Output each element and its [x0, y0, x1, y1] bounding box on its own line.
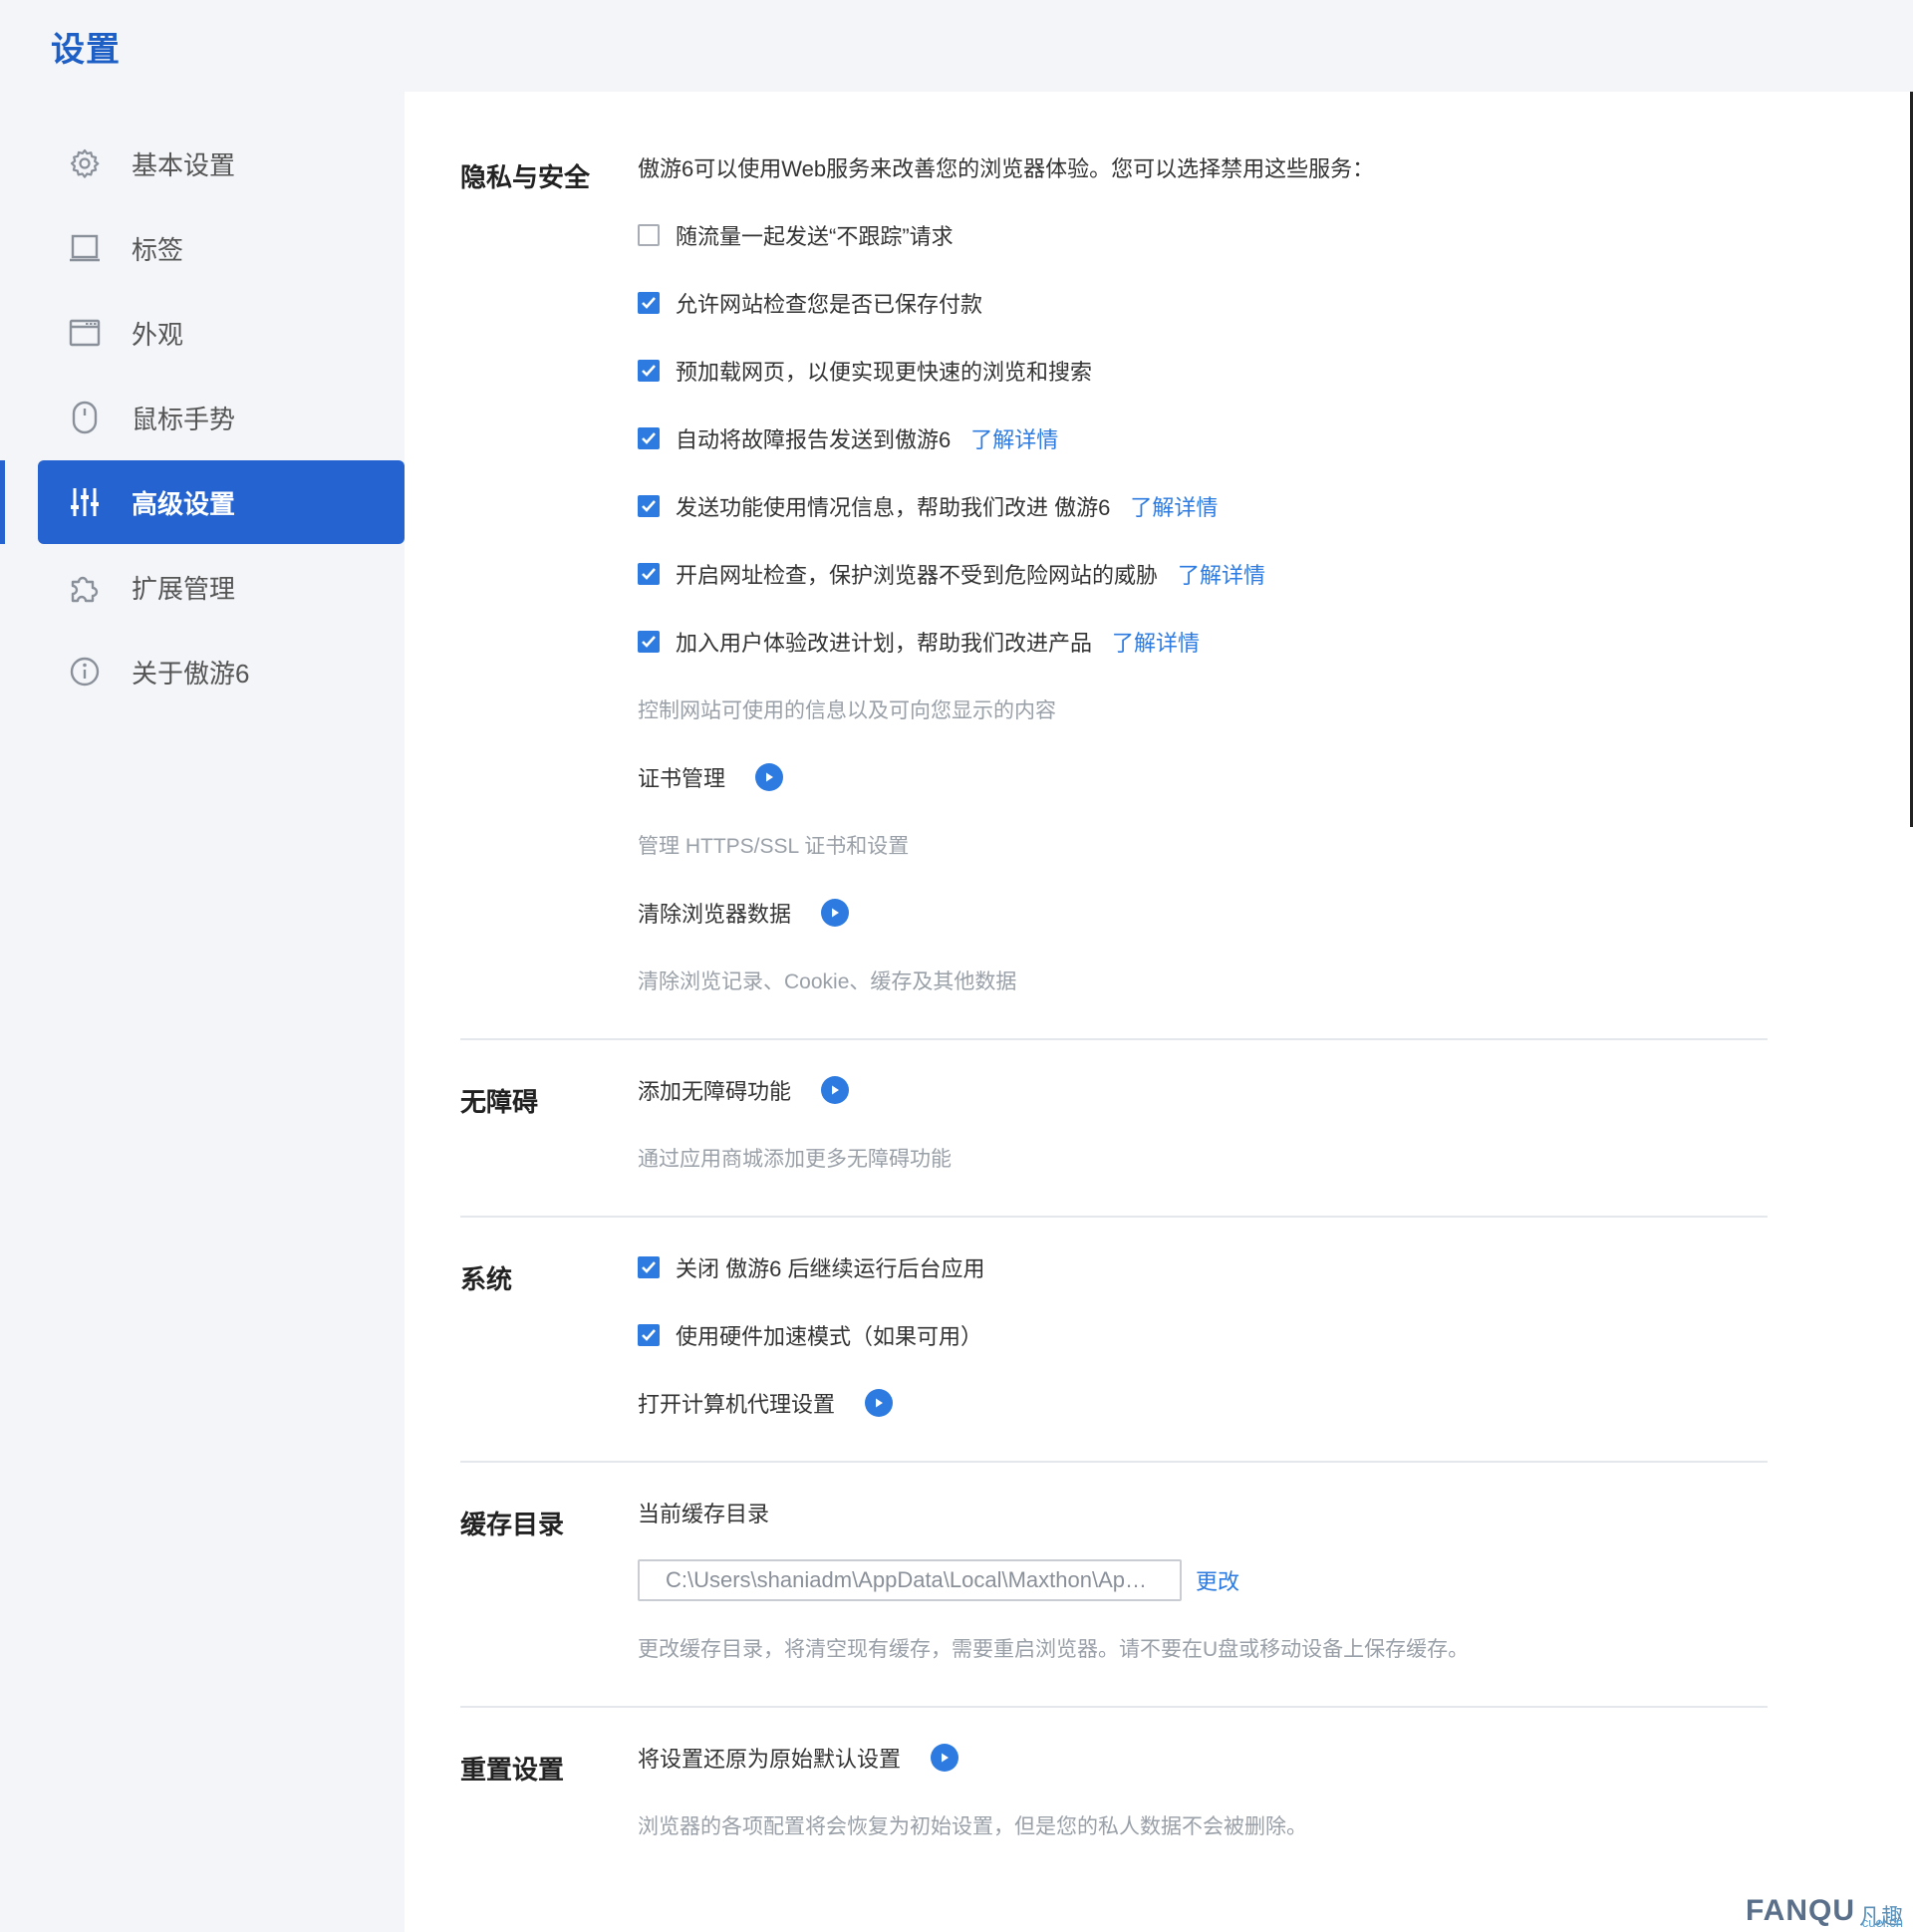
proxy-settings-arrow-button[interactable]: [865, 1389, 894, 1417]
sidebar-item-mouse-gestures[interactable]: 鼠标手势: [38, 376, 405, 459]
current-cache-label: 当前缓存目录: [638, 1502, 770, 1526]
check-icon: [642, 432, 656, 444]
reset-arrow-button[interactable]: [931, 1744, 959, 1772]
privacy-section: 隐私与安全 傲游6可以使用Web服务来改善您的浏览器体验。您可以选择禁用这些服务…: [460, 92, 1768, 1040]
hardware-accel-checkbox[interactable]: [638, 1324, 660, 1346]
check-icon: [642, 1329, 656, 1341]
proxy-settings-row[interactable]: 打开计算机代理设置: [638, 1383, 894, 1423]
preload-checkbox[interactable]: [638, 360, 660, 382]
play-arrow-icon: [832, 908, 840, 918]
active-indicator: [0, 460, 5, 544]
sidebar-item-label: 关于傲游6: [132, 658, 250, 689]
option-hardware-accel[interactable]: 使用硬件加速模式（如果可用）: [638, 1315, 982, 1355]
sidebar-item-basic[interactable]: 基本设置: [38, 122, 405, 205]
cache-path-row: C:\Users\shaniadm\AppData\Local\Maxthon\…: [638, 1558, 1239, 1602]
change-cache-link[interactable]: 更改: [1196, 1564, 1239, 1596]
reset-section-title: 重置设置: [460, 1755, 565, 1785]
window-icon: [66, 314, 104, 352]
learn-more-link[interactable]: 了解详情: [1178, 558, 1265, 590]
option-usage-stats[interactable]: 发送功能使用情况信息，帮助我们改进 傲游6 了解详情: [638, 486, 1218, 526]
sidebar-item-extensions[interactable]: 扩展管理: [38, 545, 405, 629]
sidebar-item-tabs[interactable]: 标签: [38, 206, 405, 290]
option-crash-report[interactable]: 自动将故障报告发送到傲游6 了解详情: [638, 418, 1058, 458]
background-apps-checkbox[interactable]: [638, 1256, 660, 1278]
info-icon: [66, 653, 104, 690]
option-background-apps[interactable]: 关闭 傲游6 后继续运行后台应用: [638, 1247, 984, 1287]
sidebar-item-label: 标签: [132, 234, 184, 265]
payment-check-checkbox[interactable]: [638, 292, 660, 314]
system-section-title: 系统: [460, 1264, 513, 1294]
ux-program-checkbox[interactable]: [638, 631, 660, 653]
clear-data-row[interactable]: 清除浏览器数据: [638, 893, 850, 933]
site-info-note: 控制网站可使用的信息以及可向您显示的内容: [638, 699, 1056, 722]
check-icon: [642, 1261, 656, 1273]
check-icon: [642, 365, 656, 377]
reset-desc: 浏览器的各项配置将会恢复为初始设置，但是您的私人数据不会被删除。: [638, 1815, 1307, 1838]
check-icon: [642, 636, 656, 648]
check-icon: [642, 568, 656, 580]
add-accessibility-row[interactable]: 添加无障碍功能: [638, 1070, 850, 1110]
learn-more-link[interactable]: 了解详情: [1112, 626, 1200, 658]
cache-section: 缓存目录 当前缓存目录 C:\Users\shaniadm\AppData\Lo…: [460, 1463, 1768, 1708]
option-do-not-track[interactable]: 随流量一起发送“不跟踪”请求: [638, 215, 954, 255]
option-preload[interactable]: 预加载网页，以便实现更快速的浏览和搜索: [638, 351, 1092, 391]
clear-data-arrow-button[interactable]: [821, 899, 850, 927]
reset-settings-row[interactable]: 将设置还原为原始默认设置: [638, 1738, 959, 1778]
certificate-arrow-button[interactable]: [755, 763, 784, 791]
certificate-desc: 管理 HTTPS/SSL 证书和设置: [638, 835, 910, 858]
certificate-management-row[interactable]: 证书管理: [638, 757, 784, 797]
sidebar-item-label: 高级设置: [132, 488, 236, 519]
reset-section: 重置设置 将设置还原为原始默认设置 浏览器的各项配置将会恢复为初始设置，但是您的…: [460, 1708, 1768, 1907]
url-check-checkbox[interactable]: [638, 563, 660, 585]
clear-data-desc: 清除浏览记录、Cookie、缓存及其他数据: [638, 970, 1017, 993]
system-section: 系统 关闭 傲游6 后继续运行后台应用 使用硬件加速模式（如果可用） 打开计算机…: [460, 1218, 1768, 1463]
mouse-icon: [66, 399, 104, 436]
gear-icon: [66, 144, 104, 182]
sidebar-item-label: 基本设置: [132, 149, 236, 180]
cache-path-input[interactable]: C:\Users\shaniadm\AppData\Local\Maxthon\…: [638, 1559, 1182, 1601]
watermark-logo: FANQU 凡趣 cuel.cn: [1745, 1894, 1903, 1930]
usage-stats-checkbox[interactable]: [638, 495, 660, 517]
page-title: 设置: [51, 31, 121, 69]
play-arrow-icon: [766, 772, 774, 782]
sliders-icon: [66, 483, 104, 521]
check-icon: [642, 500, 656, 512]
tab-icon: [66, 229, 104, 267]
cache-desc: 更改缓存目录，将清空现有缓存，需要重启浏览器。请不要在U盘或移动设备上保存缓存。: [638, 1638, 1470, 1661]
settings-content: 隐私与安全 傲游6可以使用Web服务来改善您的浏览器体验。您可以选择禁用这些服务…: [405, 92, 1913, 1932]
check-icon: [642, 297, 656, 309]
learn-more-link[interactable]: 了解详情: [1130, 490, 1218, 522]
add-accessibility-arrow-button[interactable]: [821, 1076, 850, 1104]
accessibility-section: 无障碍 添加无障碍功能 通过应用商城添加更多无障碍功能: [460, 1040, 1768, 1218]
add-accessibility-desc: 通过应用商城添加更多无障碍功能: [638, 1148, 952, 1171]
do-not-track-checkbox[interactable]: [638, 224, 660, 246]
option-payment-check[interactable]: 允许网站检查您是否已保存付款: [638, 283, 982, 323]
privacy-section-title: 隐私与安全: [460, 162, 591, 192]
play-arrow-icon: [942, 1753, 950, 1763]
cache-section-title: 缓存目录: [460, 1510, 565, 1539]
option-url-check[interactable]: 开启网址检查，保护浏览器不受到危险网站的威胁 了解详情: [638, 554, 1265, 594]
sidebar-item-label: 外观: [132, 319, 184, 350]
sidebar: 基本设置 标签 外观 鼠标手势 高级设置 扩展管理 关于傲游6: [0, 92, 405, 1932]
sidebar-item-about[interactable]: 关于傲游6: [38, 630, 405, 713]
play-arrow-icon: [876, 1398, 884, 1408]
option-ux-program[interactable]: 加入用户体验改进计划，帮助我们改进产品 了解详情: [638, 622, 1200, 662]
privacy-intro: 傲游6可以使用Web服务来改善您的浏览器体验。您可以选择禁用这些服务：: [638, 156, 1375, 181]
play-arrow-icon: [832, 1085, 840, 1095]
sidebar-item-label: 鼠标手势: [132, 404, 236, 434]
sidebar-item-appearance[interactable]: 外观: [38, 291, 405, 375]
crash-report-checkbox[interactable]: [638, 427, 660, 449]
accessibility-section-title: 无障碍: [460, 1087, 539, 1117]
learn-more-link[interactable]: 了解详情: [970, 422, 1058, 454]
puzzle-icon: [66, 568, 104, 606]
sidebar-item-advanced[interactable]: 高级设置: [38, 460, 405, 544]
sidebar-item-label: 扩展管理: [132, 573, 236, 604]
